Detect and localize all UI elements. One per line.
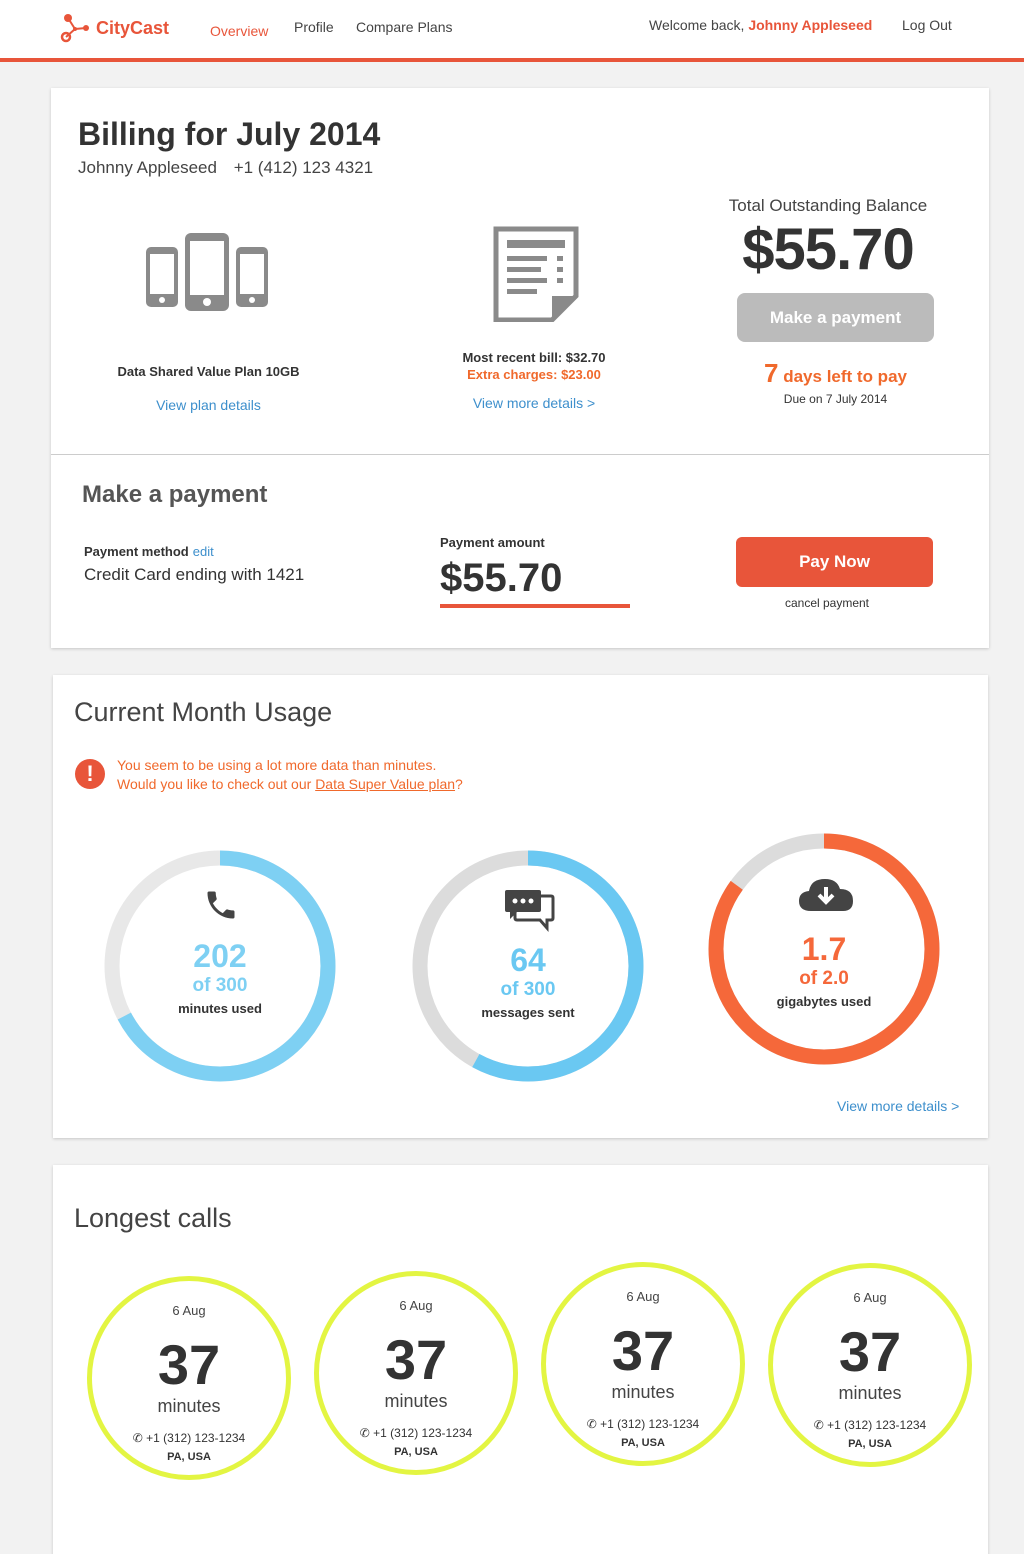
balance-amount: $55.70 bbox=[742, 217, 914, 282]
days-left-text: days left to pay bbox=[783, 367, 907, 386]
call-incoming-icon: ✆ bbox=[132, 1431, 143, 1445]
call-location: PA, USA bbox=[621, 1437, 665, 1449]
due-date: Due on 7 July 2014 bbox=[783, 392, 888, 406]
data-used-value: 1.7 bbox=[801, 931, 847, 967]
call-phone-number: +1 (312) 123-1234 bbox=[600, 1417, 700, 1431]
logo-icon bbox=[60, 14, 89, 43]
plan-name: Data Shared Value Plan 10GB bbox=[117, 364, 300, 379]
minutes-used-value: 202 bbox=[193, 938, 247, 974]
minutes-unit: minutes used bbox=[178, 1001, 262, 1016]
nav-profile[interactable]: Profile bbox=[294, 19, 334, 35]
minutes-total: of 300 bbox=[192, 975, 248, 996]
call-phone-number: +1 (312) 123-1234 bbox=[827, 1418, 927, 1432]
call-incoming-icon: ✆ bbox=[813, 1418, 824, 1432]
call-location: PA, USA bbox=[848, 1438, 892, 1450]
days-left-to-pay: 7 days left to pay bbox=[737, 358, 934, 389]
payment-method-label-text: Payment method bbox=[84, 544, 189, 559]
call-location: PA, USA bbox=[394, 1446, 438, 1458]
usage-alert: You seem to be using a lot more data tha… bbox=[117, 756, 463, 794]
data-super-value-plan-link[interactable]: Data Super Value plan bbox=[315, 776, 455, 792]
view-bill-details-link[interactable]: View more details > bbox=[434, 395, 634, 411]
usage-title: Current Month Usage bbox=[74, 697, 333, 727]
top-navigation-bar: CityCast Overview Profile Compare Plans … bbox=[0, 0, 1024, 62]
payment-amount-input[interactable] bbox=[440, 553, 630, 608]
customer-phone: +1 (412) 123 4321 bbox=[233, 158, 374, 177]
usage-card: Current Month Usage ! You seem to be usi… bbox=[53, 675, 988, 1138]
view-plan-details-link[interactable]: View plan details bbox=[101, 397, 316, 413]
call-phone: ✆ +1 (312) 123-1234 bbox=[546, 1417, 740, 1431]
call-date: 6 Aug bbox=[399, 1298, 433, 1313]
call-duration: 37 bbox=[611, 1319, 675, 1382]
messages-total: of 300 bbox=[500, 979, 556, 1000]
call-duration-unit: minutes bbox=[611, 1382, 675, 1402]
days-left-number: 7 bbox=[764, 358, 779, 388]
logout-link[interactable]: Log Out bbox=[902, 17, 952, 33]
minutes-gauge: 202 of 300 minutes used bbox=[104, 850, 336, 1082]
alert-line-1: You seem to be using a lot more data tha… bbox=[117, 757, 437, 773]
messages-sent-value: 64 bbox=[510, 942, 546, 978]
view-usage-details-link[interactable]: View more details > bbox=[837, 1098, 959, 1114]
chat-icon bbox=[505, 890, 555, 932]
call-duration: 37 bbox=[838, 1320, 902, 1383]
billing-card: Billing for July 2014 Johnny Appleseed +… bbox=[51, 88, 989, 648]
call-incoming-icon: ✆ bbox=[586, 1417, 597, 1431]
devices-icon bbox=[146, 233, 268, 311]
longest-calls-card: Longest calls 6 Aug 37 minutes ✆ +1 (312… bbox=[53, 1165, 988, 1554]
pay-now-button[interactable]: Pay Now bbox=[736, 537, 933, 587]
payment-amount-label: Payment amount bbox=[440, 535, 545, 550]
call-item[interactable]: 6 Aug 37 minutes ✆ +1 (312) 123-1234 PA,… bbox=[541, 1262, 745, 1466]
messages-unit: messages sent bbox=[481, 1005, 575, 1020]
welcome-message: Welcome back, Johnny Appleseed bbox=[649, 17, 872, 33]
billing-title: Billing for July 2014 bbox=[78, 116, 381, 152]
call-date: 6 Aug bbox=[626, 1289, 660, 1304]
call-item[interactable]: 6 Aug 37 minutes ✆ +1 (312) 123-1234 PA,… bbox=[314, 1271, 518, 1475]
brand-logo[interactable]: CityCast bbox=[60, 12, 169, 44]
data-total: of 2.0 bbox=[799, 968, 849, 989]
user-name: Johnny Appleseed bbox=[748, 17, 873, 33]
cancel-payment-link[interactable]: cancel payment bbox=[736, 596, 918, 610]
bill-document-icon bbox=[493, 226, 579, 322]
payment-method-value: Credit Card ending with 1421 bbox=[84, 565, 305, 584]
call-duration-unit: minutes bbox=[838, 1383, 902, 1403]
nav-compare-plans[interactable]: Compare Plans bbox=[356, 19, 453, 35]
alert-line-2: Would you like to check out our Data Sup… bbox=[117, 775, 463, 794]
make-payment-button[interactable]: Make a payment bbox=[737, 293, 934, 342]
call-item[interactable]: 6 Aug 37 minutes ✆ +1 (312) 123-1234 PA,… bbox=[768, 1263, 972, 1467]
call-date: 6 Aug bbox=[172, 1303, 206, 1318]
cloud-download-icon bbox=[799, 879, 853, 911]
call-duration-unit: minutes bbox=[157, 1396, 221, 1416]
alert-line-2-prefix: Would you like to check out our bbox=[117, 776, 316, 792]
call-phone: ✆ +1 (312) 123-1234 bbox=[92, 1431, 286, 1445]
nav-overview[interactable]: Overview bbox=[210, 23, 268, 39]
call-duration: 37 bbox=[157, 1333, 221, 1396]
data-unit: gigabytes used bbox=[776, 994, 872, 1009]
call-date: 6 Aug bbox=[853, 1290, 887, 1305]
alert-icon: ! bbox=[75, 759, 105, 789]
section-divider bbox=[51, 454, 989, 455]
longest-calls-title: Longest calls bbox=[74, 1203, 232, 1233]
welcome-prefix: Welcome back, bbox=[649, 17, 745, 33]
payment-method-label: Payment method edit bbox=[84, 544, 214, 559]
brand-name: CityCast bbox=[96, 17, 170, 38]
alert-line-2-suffix: ? bbox=[455, 776, 463, 792]
billing-customer-info: Johnny Appleseed +1 (412) 123 4321 bbox=[78, 158, 373, 178]
recent-bill-amount: Most recent bill: $32.70 bbox=[462, 350, 606, 365]
customer-name: Johnny Appleseed bbox=[78, 158, 217, 177]
phone-icon bbox=[207, 891, 235, 919]
call-phone: ✆ +1 (312) 123-1234 bbox=[773, 1418, 967, 1432]
call-phone-number: +1 (312) 123-1234 bbox=[146, 1431, 246, 1445]
call-item[interactable]: 6 Aug 37 minutes ✆ +1 (312) 123-1234 PA,… bbox=[87, 1276, 291, 1480]
edit-payment-method-link[interactable]: edit bbox=[193, 544, 214, 559]
data-gauge: 1.7 of 2.0 gigabytes used bbox=[708, 833, 940, 1065]
extra-charges: Extra charges: $23.00 bbox=[467, 367, 601, 382]
call-phone-number: +1 (312) 123-1234 bbox=[373, 1426, 473, 1440]
call-duration-unit: minutes bbox=[384, 1391, 448, 1411]
payment-section-title: Make a payment bbox=[82, 481, 268, 508]
messages-gauge: 64 of 300 messages sent bbox=[412, 850, 644, 1082]
call-duration: 37 bbox=[384, 1328, 448, 1391]
call-phone: ✆ +1 (312) 123-1234 bbox=[319, 1426, 513, 1440]
balance-label: Total Outstanding Balance bbox=[728, 196, 928, 215]
call-incoming-icon: ✆ bbox=[359, 1426, 370, 1440]
call-location: PA, USA bbox=[167, 1451, 211, 1463]
